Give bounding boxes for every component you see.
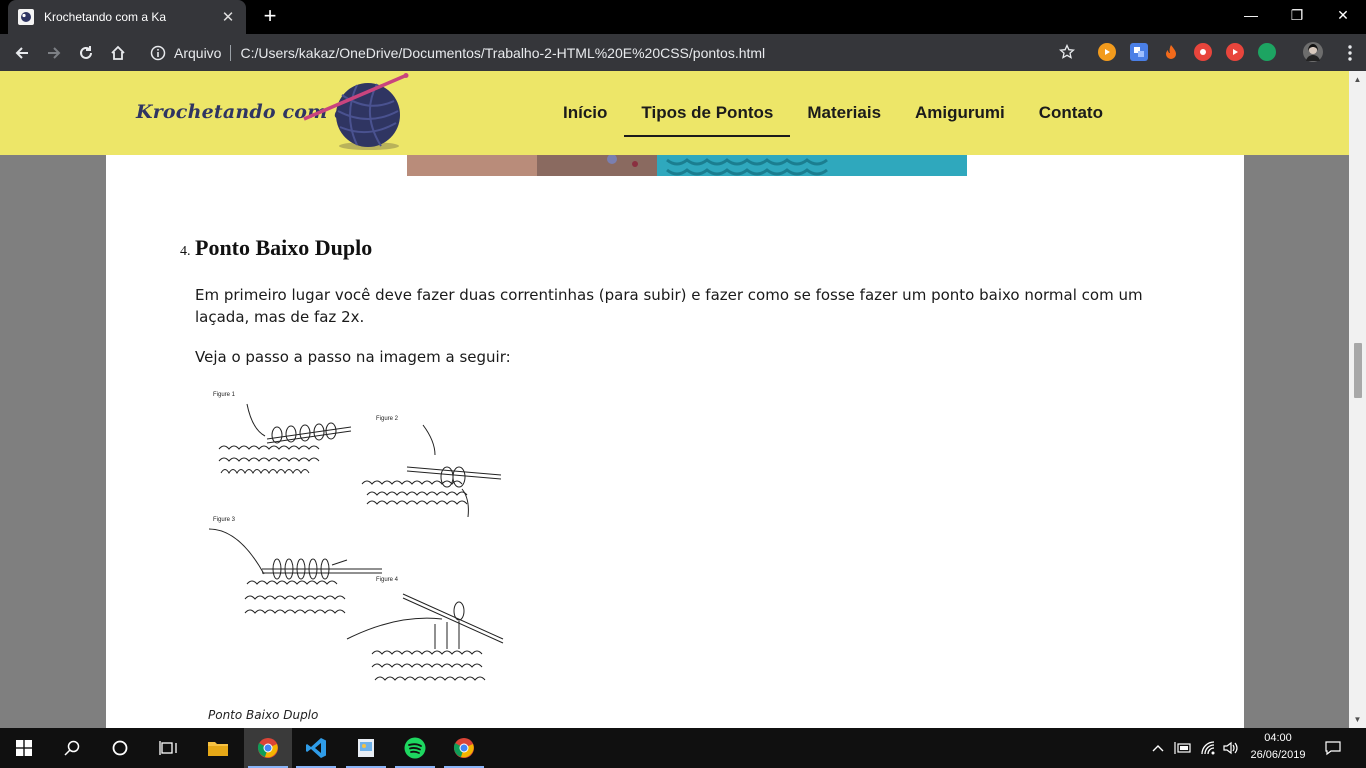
info-icon[interactable] <box>150 45 166 61</box>
nav-item-inicio[interactable]: Início <box>546 71 624 155</box>
nav-item-contato[interactable]: Contato <box>1022 71 1120 155</box>
list-item-number: 4. <box>180 244 191 259</box>
scheme-label: Arquivo <box>174 44 222 61</box>
task-view-button[interactable] <box>144 728 192 768</box>
nav-item-amigurumi[interactable]: Amigurumi <box>898 71 1022 155</box>
start-button[interactable] <box>0 728 48 768</box>
page-favicon-icon <box>18 9 34 25</box>
browser-tab-strip: Krochetando com a Ka ✕ + — ❐ ✕ <box>0 0 1366 34</box>
home-icon <box>111 45 125 60</box>
chrome-taskbar-button[interactable] <box>244 728 292 768</box>
site-logo[interactable]: Krochetando com a Ka <box>132 71 412 155</box>
browser-toolbar: Arquivo C:/Users/kakaz/OneDrive/Document… <box>0 34 1366 100</box>
extension-player-icon[interactable] <box>1098 43 1116 61</box>
back-button[interactable] <box>9 40 35 66</box>
figure-label: Figure 3 <box>213 517 236 523</box>
figure-caption: Ponto Baixo Duplo <box>208 708 319 722</box>
volume-icon[interactable] <box>1222 740 1238 756</box>
cortana-button[interactable] <box>96 728 144 768</box>
scroll-down-arrow-icon[interactable]: ▼ <box>1349 711 1366 728</box>
figure-label: Figure 2 <box>376 416 399 422</box>
address-bar[interactable]: Arquivo C:/Users/kakaz/OneDrive/Document… <box>140 38 1090 67</box>
nav-item-tipos-de-pontos[interactable]: Tipos de Pontos <box>624 71 791 155</box>
extension-red-icon[interactable] <box>1194 43 1212 61</box>
paint-taskbar-button[interactable] <box>342 728 390 768</box>
spotify-icon <box>404 737 426 759</box>
google-translate-icon[interactable] <box>1130 43 1148 61</box>
action-center-icon[interactable] <box>1325 740 1341 756</box>
scroll-up-arrow-icon[interactable]: ▲ <box>1349 71 1366 88</box>
tab-close-icon[interactable]: ✕ <box>220 8 236 26</box>
previous-stitch-photo <box>407 155 967 176</box>
chrome-icon <box>453 738 474 758</box>
chrome-menu-icon[interactable] <box>1347 44 1353 62</box>
tab-title: Krochetando com a Ka <box>44 10 167 24</box>
page-scrollbar[interactable]: ▲ ▼ <box>1349 71 1366 728</box>
reload-icon <box>80 46 92 59</box>
home-button[interactable] <box>105 40 131 66</box>
image-intro-paragraph: Veja o passo a passo na imagem a seguir: <box>195 348 511 366</box>
chrome-secondary-taskbar-button[interactable] <box>440 728 488 768</box>
forward-button[interactable] <box>41 40 67 66</box>
omnibox-separator <box>230 44 232 61</box>
chrome-icon <box>257 738 278 758</box>
stitch-diagram-image: Figure 1 Figure 2 Figure 3 Figure 4 <box>208 392 504 681</box>
site-header: Krochetando com a Ka Início Tipos de Pon… <box>0 71 1349 155</box>
paint-icon <box>358 739 374 757</box>
extension-fire-icon[interactable] <box>1162 43 1180 61</box>
battery-icon[interactable] <box>1174 741 1192 755</box>
reload-button[interactable] <box>73 40 99 66</box>
forward-arrow-icon <box>48 47 61 59</box>
figure-label: Figure 4 <box>376 577 399 583</box>
tray-chevron-up-icon[interactable] <box>1152 743 1164 753</box>
nav-item-materiais[interactable]: Materiais <box>790 71 898 155</box>
taskbar-time[interactable]: 04:00 <box>1250 732 1306 744</box>
taskbar-date[interactable]: 26/06/2019 <box>1246 749 1310 761</box>
main-nav: Início Tipos de Pontos Materiais Amiguru… <box>546 71 1120 155</box>
vscode-taskbar-button[interactable] <box>292 728 340 768</box>
new-tab-button[interactable]: + <box>259 5 281 27</box>
url-text[interactable]: C:/Users/kakaz/OneDrive/Documentos/Traba… <box>240 45 765 61</box>
restore-button[interactable]: ❐ <box>1274 0 1320 30</box>
figure-label: Figure 1 <box>213 392 236 398</box>
instruction-paragraph: Em primeiro lugar você deve fazer duas c… <box>195 286 1143 326</box>
extension-youtube-icon[interactable] <box>1226 43 1244 61</box>
close-window-button[interactable]: ✕ <box>1320 0 1366 30</box>
yarn-ball-icon <box>303 73 409 150</box>
file-explorer-icon <box>208 742 228 756</box>
cortana-icon <box>112 740 128 756</box>
minimize-button[interactable]: — <box>1228 0 1274 30</box>
search-icon <box>64 740 80 756</box>
file-explorer-button[interactable] <box>194 728 242 768</box>
taskbar-search-button[interactable] <box>48 728 96 768</box>
back-arrow-icon <box>15 47 28 59</box>
vscode-icon <box>306 738 326 758</box>
task-view-icon <box>159 741 177 755</box>
wifi-icon[interactable] <box>1200 740 1216 756</box>
spotify-taskbar-button[interactable] <box>391 728 439 768</box>
main-content: 4. Ponto Baixo Duplo Em primeiro lugar v… <box>106 71 1244 728</box>
section-heading: Ponto Baixo Duplo <box>195 235 373 260</box>
scrollbar-thumb[interactable] <box>1354 343 1362 398</box>
profile-avatar[interactable] <box>1303 42 1323 62</box>
windows-logo-icon <box>16 740 32 756</box>
windows-taskbar: 04:00 26/06/2019 <box>0 728 1366 768</box>
extension-green-icon[interactable] <box>1258 43 1276 61</box>
browser-tab[interactable]: Krochetando com a Ka ✕ <box>8 0 246 34</box>
bookmark-star-icon[interactable] <box>1059 44 1075 60</box>
page-viewport: 4. Ponto Baixo Duplo Em primeiro lugar v… <box>0 71 1349 728</box>
